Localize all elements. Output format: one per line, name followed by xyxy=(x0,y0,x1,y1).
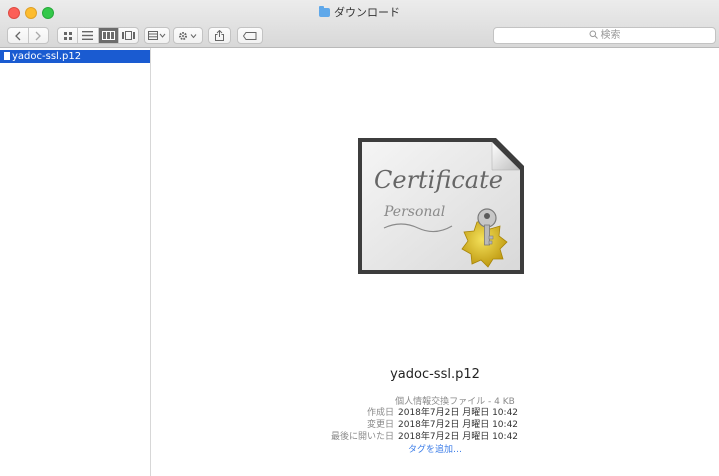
gallery-icon xyxy=(121,31,135,40)
gallery-view-button[interactable] xyxy=(117,28,138,43)
list-view-button[interactable] xyxy=(77,28,97,43)
action-button[interactable] xyxy=(173,27,203,44)
last-opened-value: 2018年7月2日 月曜日 10:42 xyxy=(398,432,519,442)
group-icon xyxy=(148,31,166,40)
icon-view-button[interactable] xyxy=(58,28,77,43)
share-icon xyxy=(215,30,224,41)
share-button[interactable] xyxy=(208,27,231,44)
chevron-left-icon xyxy=(14,31,21,40)
search-field[interactable]: 検索 xyxy=(493,27,716,44)
chevron-right-icon xyxy=(35,31,42,40)
search-placeholder: 検索 xyxy=(600,30,621,41)
column-view-button[interactable] xyxy=(97,28,118,43)
preview-pane: Certificate Personal yadoc-ssl.p12 個人情報交… xyxy=(151,48,719,476)
created-row: 作成日 2018年7月2日 月曜日 10:42 xyxy=(151,405,719,418)
folder-icon xyxy=(319,6,330,17)
navigation-buttons xyxy=(7,27,49,44)
document-icon xyxy=(4,52,10,60)
file-row-label: yadoc-ssl.p12 xyxy=(12,51,82,62)
grid-icon xyxy=(63,31,72,40)
file-column: yadoc-ssl.p12 xyxy=(0,48,151,476)
tag-icon xyxy=(243,31,257,40)
preview-file-name: yadoc-ssl.p12 xyxy=(390,367,480,382)
back-button[interactable] xyxy=(8,28,28,43)
last-opened-row: 最後に開いた日 2018年7月2日 月曜日 10:42 xyxy=(151,429,719,442)
certificate-icon: Certificate Personal xyxy=(358,138,524,274)
certificate-subtitle-text: Personal xyxy=(383,204,445,220)
columns-icon xyxy=(101,31,115,40)
certificate-title-text: Certificate xyxy=(374,166,503,194)
view-mode-control xyxy=(57,27,139,44)
tags-button[interactable] xyxy=(237,27,263,44)
add-tags-link[interactable]: タグを追加… xyxy=(398,442,462,455)
group-by-button[interactable] xyxy=(144,27,170,44)
list-icon xyxy=(82,31,94,40)
search-icon xyxy=(589,30,598,39)
window-title: ダウンロード xyxy=(0,4,719,20)
modified-row: 変更日 2018年7月2日 月曜日 10:42 xyxy=(151,417,719,430)
forward-button[interactable] xyxy=(27,28,49,43)
toolbar: ダウンロード 検索 xyxy=(0,0,719,48)
gear-icon xyxy=(179,31,197,40)
window-title-text: ダウンロード xyxy=(334,6,400,19)
last-opened-label: 最後に開いた日 xyxy=(330,432,394,442)
finder-window: ダウンロード 検索 yadoc-ssl.p12 Certificate Pers… xyxy=(0,0,719,476)
file-row-selected[interactable]: yadoc-ssl.p12 xyxy=(0,50,150,63)
